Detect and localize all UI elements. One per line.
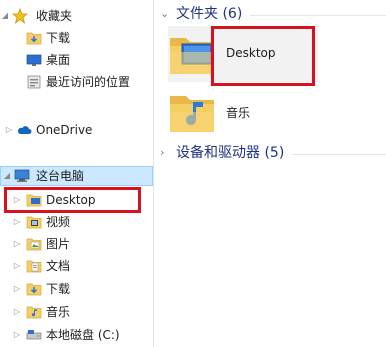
folder-tile-desktop[interactable]: Desktop [168, 26, 318, 82]
local-disk-icon [26, 327, 42, 343]
chevron-right-icon[interactable]: ▷ [12, 302, 22, 322]
nav-item-label: 图片 [46, 237, 71, 251]
nav-item-label: 最近访问的位置 [46, 75, 131, 89]
nav-this-pc[interactable]: ◢ 这台电脑 [0, 166, 153, 186]
chevron-right-icon[interactable]: ▷ [12, 279, 22, 299]
recent-places-icon [26, 74, 42, 90]
desktop-icon [26, 52, 42, 68]
nav-item-label: 桌面 [46, 53, 71, 67]
computer-icon [14, 168, 30, 184]
nav-item-downloads[interactable]: ▷ 下载 [0, 279, 153, 299]
group-divider [250, 15, 386, 16]
nav-item-recent-places[interactable]: 最近访问的位置 [0, 72, 153, 92]
chevron-right-icon[interactable]: ▷ [12, 256, 22, 276]
nav-item-label: 本地磁盘 (C:) [46, 328, 120, 342]
chevron-right-icon[interactable]: › [160, 143, 170, 163]
nav-item-label: 音乐 [46, 305, 71, 319]
chevron-right-icon[interactable]: ▷ [4, 120, 14, 140]
desktop-folder-icon [26, 192, 42, 208]
nav-item-label: Desktop [46, 193, 96, 207]
nav-item-label: 视频 [46, 215, 71, 229]
nav-item-downloads-fav[interactable]: 下载 [0, 28, 153, 48]
chevron-down-icon[interactable]: ⌄ [160, 4, 170, 24]
nav-item-music[interactable]: ▷ 音乐 [0, 302, 153, 322]
navigation-pane: ◢ 收藏夹 下载 桌面 最近访问的位置 ▷ OneDrive ◢ 这台电脑 ▷ … [0, 0, 153, 347]
downloads-folder-icon [26, 30, 42, 46]
documents-folder-icon [26, 258, 42, 274]
nav-item-local-disk-c[interactable]: ▷ 本地磁盘 (C:) [0, 325, 153, 345]
content-pane: ⌄ 文件夹 (6) Desktop 音乐 › 设备和驱动器 (5) [154, 0, 386, 347]
folder-tile-music[interactable]: 音乐 [168, 84, 318, 140]
nav-item-label: 下载 [46, 31, 71, 45]
chevron-right-icon[interactable]: ▷ [12, 190, 22, 210]
group-header-devices[interactable]: › 设备和驱动器 (5) [160, 143, 386, 163]
file-explorer-window: ◢ 收藏夹 下载 桌面 最近访问的位置 ▷ OneDrive ◢ 这台电脑 ▷ … [0, 0, 386, 347]
folder-tile-label: 音乐 [226, 106, 251, 120]
nav-item-pictures[interactable]: ▷ 图片 [0, 234, 153, 254]
nav-onedrive[interactable]: ▷ OneDrive [0, 120, 153, 140]
star-icon [11, 7, 29, 25]
folder-tile-label: Desktop [226, 46, 276, 60]
chevron-down-icon[interactable]: ◢ [0, 6, 10, 26]
downloads-folder-icon [26, 281, 42, 297]
pictures-folder-icon [26, 236, 42, 252]
nav-favorites[interactable]: ◢ 收藏夹 [0, 6, 153, 26]
music-folder-icon [26, 304, 42, 320]
group-header-folders[interactable]: ⌄ 文件夹 (6) [160, 4, 386, 24]
nav-item-documents[interactable]: ▷ 文档 [0, 256, 153, 276]
chevron-right-icon[interactable]: ▷ [12, 212, 22, 232]
nav-item-desktop-fav[interactable]: 桌面 [0, 50, 153, 70]
nav-this-pc-label: 这台电脑 [36, 169, 85, 183]
nav-item-label: 文档 [46, 259, 71, 273]
nav-favorites-label: 收藏夹 [36, 9, 73, 23]
nav-item-desktop[interactable]: ▷ Desktop [0, 190, 153, 210]
music-folder-icon [168, 88, 216, 136]
nav-onedrive-label: OneDrive [36, 123, 93, 137]
chevron-down-icon[interactable]: ◢ [2, 166, 12, 186]
nav-item-label: 下载 [46, 282, 71, 296]
desktop-folder-icon [168, 30, 216, 78]
group-title: 设备和驱动器 (5) [176, 145, 285, 161]
group-title: 文件夹 (6) [176, 6, 243, 22]
cloud-icon [16, 122, 32, 138]
chevron-right-icon[interactable]: ▷ [12, 234, 22, 254]
chevron-right-icon[interactable]: ▷ [12, 325, 22, 345]
videos-folder-icon [26, 214, 42, 230]
nav-item-videos[interactable]: ▷ 视频 [0, 212, 153, 232]
group-divider [292, 154, 386, 155]
